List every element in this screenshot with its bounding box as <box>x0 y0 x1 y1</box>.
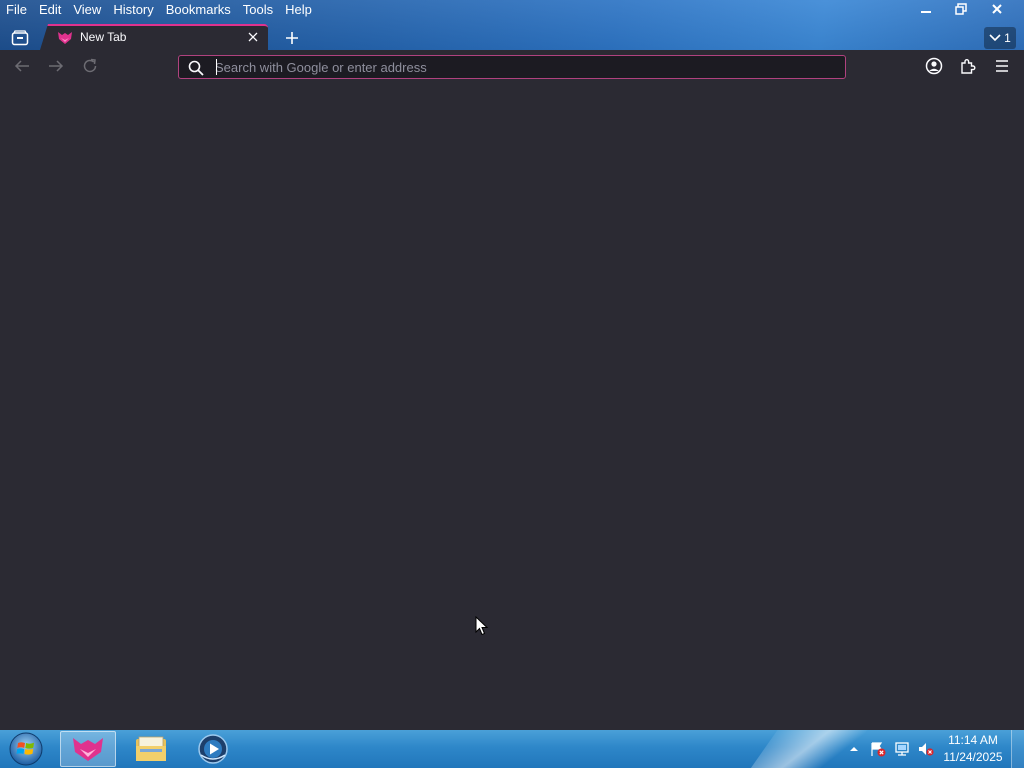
tab-count: 1 <box>1004 31 1011 45</box>
clock-time: 11:14 AM <box>948 733 998 747</box>
window-controls <box>908 0 1016 20</box>
mouse-cursor-icon <box>475 616 489 636</box>
menu-bar: File Edit View History Bookmarks Tools H… <box>0 0 318 20</box>
tab-title: New Tab <box>80 30 127 44</box>
show-hidden-icons-button[interactable] <box>842 737 866 761</box>
menu-file[interactable]: File <box>0 0 33 20</box>
menu-history[interactable]: History <box>107 0 159 20</box>
tab-strip: New Tab 1 <box>0 24 1024 50</box>
media-player-icon <box>198 734 228 764</box>
taskbar-app-browser[interactable] <box>60 731 116 767</box>
menu-tools[interactable]: Tools <box>237 0 279 20</box>
system-clock[interactable]: 11:14 AM 11/24/2025 <box>938 732 1008 766</box>
url-bar[interactable] <box>178 55 846 79</box>
taskbar-app-file-explorer[interactable] <box>123 731 179 767</box>
search-icon <box>188 60 204 76</box>
chevron-down-icon <box>989 34 1001 42</box>
title-bar: File Edit View History Bookmarks Tools H… <box>0 0 1024 50</box>
network-icon <box>895 742 909 756</box>
menu-view[interactable]: View <box>67 0 107 20</box>
puzzle-icon <box>961 59 976 74</box>
minimize-button[interactable] <box>908 0 943 18</box>
new-tab-button[interactable] <box>281 27 303 49</box>
close-icon <box>992 4 1002 14</box>
menu-bookmarks[interactable]: Bookmarks <box>160 0 237 20</box>
network-tray-button[interactable] <box>890 737 914 761</box>
close-button[interactable] <box>978 0 1016 18</box>
navigation-toolbar <box>0 50 1024 82</box>
hamburger-menu-icon <box>996 60 1008 72</box>
restore-icon <box>954 3 967 15</box>
back-button[interactable] <box>10 54 34 78</box>
account-button[interactable] <box>922 54 946 78</box>
browser-logo-icon <box>58 32 72 44</box>
show-desktop-button[interactable] <box>1011 730 1024 768</box>
show-hidden-icon <box>850 747 858 751</box>
start-button[interactable] <box>7 731 45 767</box>
reload-button[interactable] <box>78 54 102 78</box>
browser-logo-icon <box>73 738 103 761</box>
action-center-flag-icon <box>871 742 886 757</box>
volume-muted-icon <box>919 743 934 756</box>
volume-tray-button[interactable] <box>914 737 938 761</box>
menu-help[interactable]: Help <box>279 0 318 20</box>
firefox-view-button[interactable] <box>7 27 33 49</box>
minimize-icon <box>920 11 931 13</box>
reload-icon <box>83 58 97 73</box>
system-tray <box>842 730 938 768</box>
action-center-tray-button[interactable] <box>866 737 890 761</box>
windows-start-icon <box>9 732 43 766</box>
account-icon <box>925 57 943 75</box>
page-content <box>0 82 1024 730</box>
address-input[interactable] <box>215 58 835 76</box>
tab-new-tab[interactable]: New Tab <box>40 24 268 50</box>
clock-date: 11/24/2025 <box>943 750 1003 764</box>
list-all-tabs-button[interactable]: 1 <box>984 27 1016 49</box>
forward-button[interactable] <box>44 54 68 78</box>
app-menu-button[interactable] <box>990 54 1014 78</box>
forward-arrow-icon <box>49 60 64 72</box>
close-icon <box>248 32 258 42</box>
text-caret <box>216 59 217 75</box>
folder-icon <box>136 736 166 761</box>
tab-overview-icon <box>11 30 29 46</box>
taskbar: 11:14 AM 11/24/2025 <box>0 730 1024 768</box>
plus-icon <box>286 32 298 44</box>
extensions-button[interactable] <box>956 54 980 78</box>
back-arrow-icon <box>14 60 29 72</box>
tab-close-button[interactable] <box>246 30 260 44</box>
taskbar-app-media-player[interactable] <box>185 731 241 767</box>
menu-edit[interactable]: Edit <box>33 0 67 20</box>
restore-button[interactable] <box>943 0 978 18</box>
